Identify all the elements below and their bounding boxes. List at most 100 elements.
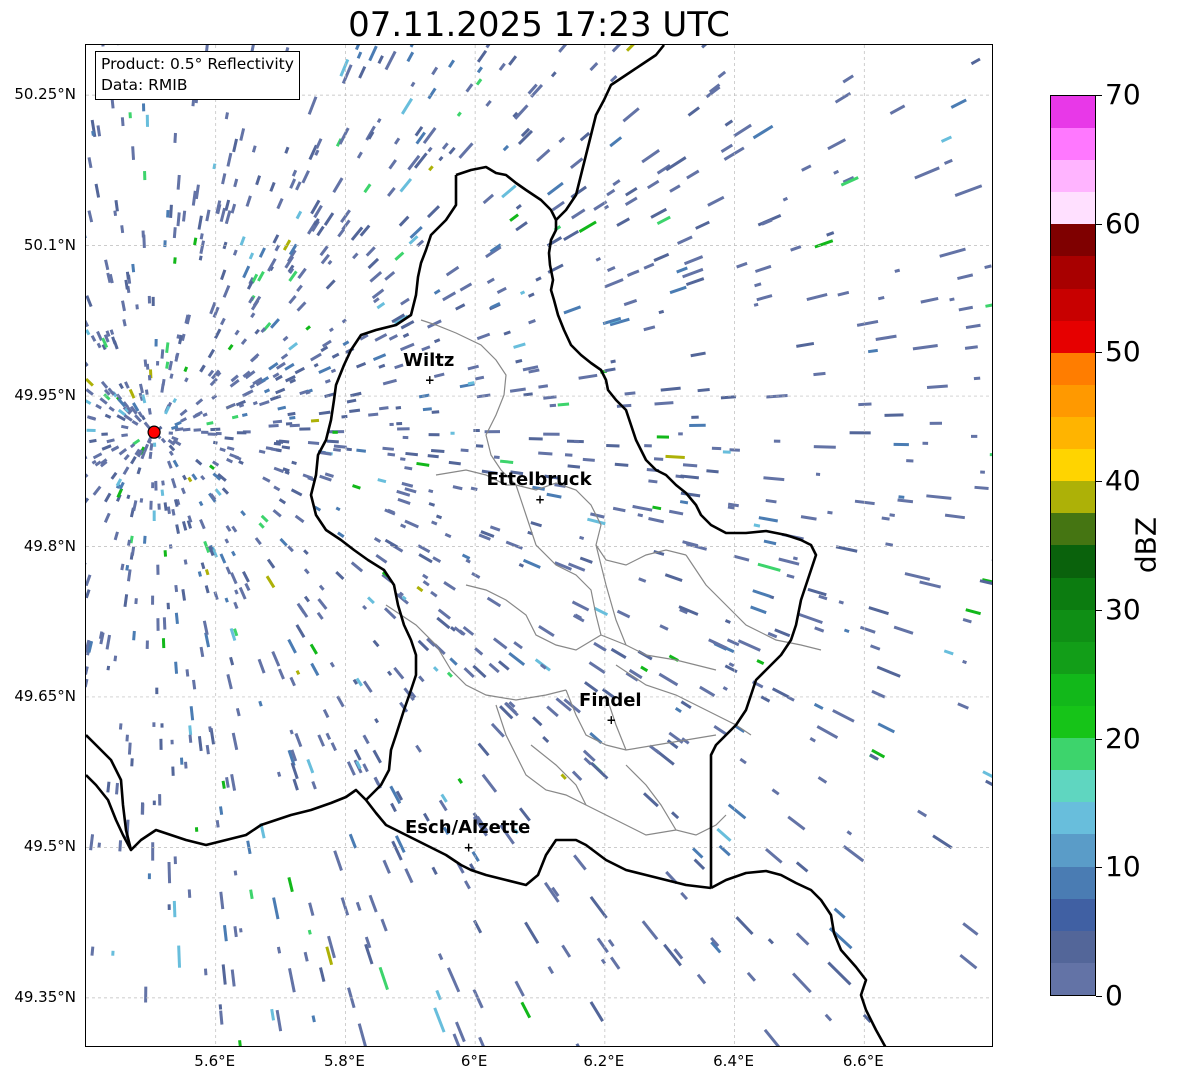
echo-cell	[215, 819, 220, 828]
echo-cell	[401, 481, 414, 488]
echo-cell	[958, 305, 974, 312]
echo-cell	[929, 421, 943, 425]
echo-cell	[145, 363, 150, 370]
echo-cell	[95, 403, 102, 410]
echo-cell	[894, 268, 901, 273]
colorbar-segment	[1051, 160, 1095, 193]
echo-cell	[646, 179, 660, 190]
echo-cell	[86, 497, 90, 505]
echo-cell	[230, 969, 236, 987]
echo-cell	[664, 573, 683, 582]
echo-cell	[144, 986, 148, 1003]
echo-cell	[86, 455, 88, 462]
echo-cell	[182, 427, 191, 432]
echo-cell	[224, 210, 232, 225]
echo-cell	[393, 137, 401, 145]
echo-cell	[640, 665, 649, 673]
echo-cell	[126, 569, 132, 582]
echo-cell	[383, 607, 397, 620]
echo-cell	[578, 220, 597, 233]
echo-cell	[792, 556, 798, 561]
echo-cell	[275, 448, 282, 453]
echo-cell	[258, 449, 266, 454]
echo-cell	[445, 265, 460, 277]
echo-cell	[219, 891, 225, 910]
echo-cell	[106, 665, 111, 671]
map-title: 07.11.2025 17:23 UTC	[348, 5, 730, 45]
product-text: Product: 0.5° Reflectivity	[101, 55, 294, 73]
echo-cell	[281, 445, 291, 450]
echo-cell	[156, 618, 160, 631]
echo-cell	[489, 525, 501, 532]
echo-cell	[932, 834, 953, 850]
echo-cell	[926, 494, 952, 500]
colorbar-tick-label: 30	[1105, 592, 1141, 626]
echo-cell	[219, 447, 226, 453]
city-marker: +	[425, 373, 435, 387]
echo-cell	[325, 279, 336, 290]
echo-cell	[596, 937, 609, 954]
echo-cell	[962, 618, 972, 624]
echo-cell	[307, 96, 318, 115]
echo-cell	[110, 471, 118, 480]
echo-cell	[443, 581, 456, 591]
echo-cell	[234, 589, 239, 595]
echo-cell	[737, 639, 761, 652]
echo-cell	[96, 125, 102, 137]
echo-cell	[949, 297, 955, 302]
echo-cell	[292, 778, 299, 791]
echo-cell	[798, 612, 823, 625]
echo-cell	[356, 151, 363, 159]
echo-cell	[564, 453, 573, 457]
echo-cell	[199, 240, 206, 254]
echo-cell	[197, 571, 203, 577]
echo-cell	[147, 873, 151, 880]
echo-cell	[801, 164, 812, 172]
echo-cell	[433, 1007, 446, 1033]
echo-cell	[229, 656, 235, 666]
echo-cell	[128, 388, 136, 399]
echo-cell	[335, 506, 341, 512]
echo-cell	[86, 574, 92, 587]
radar-site-marker	[147, 425, 161, 439]
echo-cell	[658, 672, 679, 687]
echo-cell	[322, 708, 330, 719]
echo-cell	[205, 744, 210, 755]
echo-cell	[869, 644, 881, 651]
echo-cell	[542, 735, 550, 744]
echo-cell	[683, 255, 704, 266]
echo-cell	[226, 152, 233, 167]
echo-cell	[316, 611, 324, 620]
echo-cell	[416, 585, 424, 593]
echo-cell	[465, 83, 474, 93]
echo-cell	[86, 316, 90, 328]
echo-cell	[325, 732, 332, 741]
echo-cell	[367, 596, 375, 605]
echo-cell	[355, 361, 367, 369]
echo-cell	[679, 500, 689, 505]
echo-cell	[912, 344, 938, 351]
radar-map[interactable]: + + + +	[85, 44, 993, 1047]
echo-cell	[832, 709, 855, 723]
echo-cell	[669, 285, 687, 295]
echo-cell	[188, 734, 193, 743]
echo-cell	[518, 562, 525, 568]
echo-cell	[197, 735, 203, 752]
echo-cell	[152, 722, 156, 727]
echo-cell	[86, 224, 87, 239]
echo-cell	[174, 661, 179, 674]
echo-cell	[816, 725, 839, 740]
echo-cell	[318, 365, 332, 375]
echo-cell	[100, 45, 105, 47]
echo-cell	[426, 205, 441, 219]
echo-cell	[384, 50, 397, 71]
echo-cell	[471, 571, 481, 579]
echo-cell	[174, 612, 179, 625]
echo-cell	[943, 158, 953, 165]
echo-cell	[365, 246, 376, 257]
echo-cell	[917, 809, 928, 818]
echo-cell	[120, 563, 125, 571]
echo-cell	[943, 649, 954, 656]
echo-cell	[191, 473, 198, 481]
echo-cell	[809, 736, 816, 743]
